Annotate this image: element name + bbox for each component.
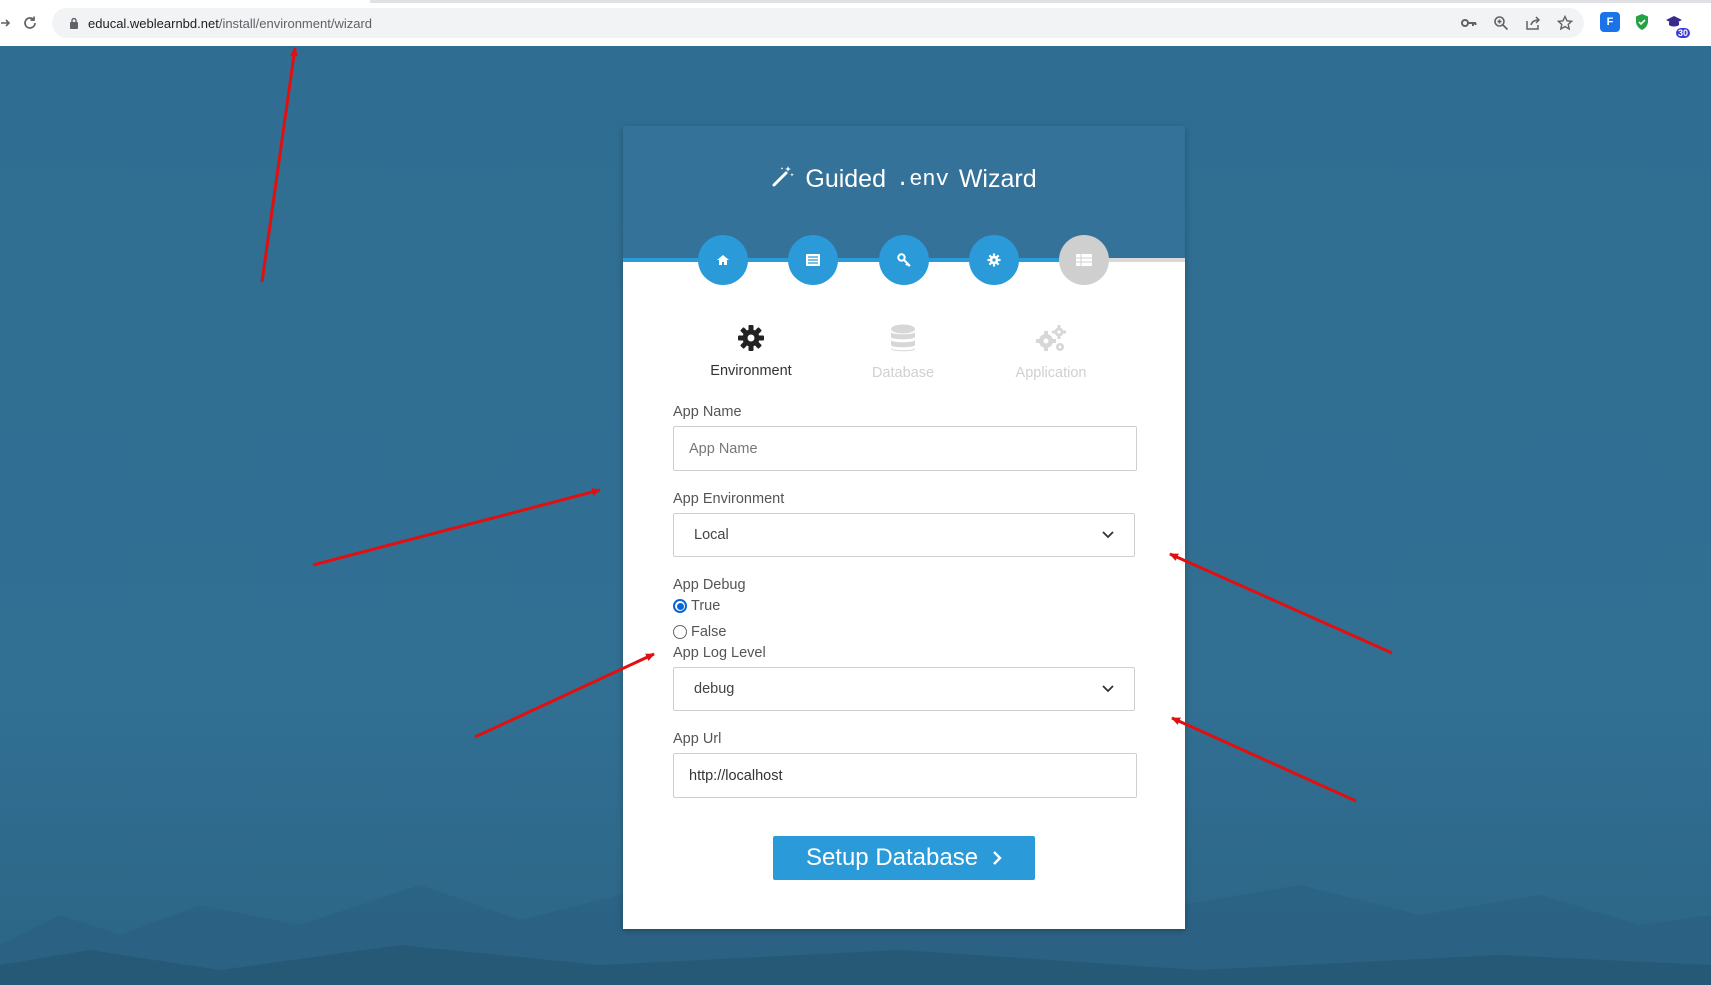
title-guided: Guided: [805, 165, 886, 193]
step-requirements[interactable]: [788, 235, 838, 285]
list-icon: [806, 254, 820, 266]
app-debug-true-option[interactable]: True: [673, 593, 1137, 619]
reload-button[interactable]: [19, 12, 41, 34]
gears-icon: [1036, 325, 1066, 351]
tab-environment-label: Environment: [710, 363, 792, 379]
extension-icon-1[interactable]: F: [1600, 12, 1620, 32]
radio-true-label: True: [691, 598, 721, 614]
shield-icon[interactable]: [1632, 12, 1652, 32]
chevron-right-icon: [993, 851, 1002, 865]
step-permissions[interactable]: [879, 235, 929, 285]
tab-application-label: Application: [1015, 365, 1087, 381]
arrow-right-icon: [1, 19, 11, 27]
app-name-label: App Name: [673, 404, 742, 420]
app-log-level-select[interactable]: debug: [673, 667, 1135, 711]
server-icon: [1076, 254, 1092, 266]
app-url-label: App Url: [673, 731, 722, 747]
forward-button[interactable]: [0, 12, 16, 34]
database-icon: [891, 324, 915, 352]
app-environment-select[interactable]: Local: [673, 513, 1135, 557]
bookmark-star-icon[interactable]: [1556, 14, 1574, 32]
radio-true[interactable]: [673, 599, 687, 613]
url-text: educal.weblearnbd.net/install/environmen…: [88, 16, 372, 31]
step-final[interactable]: [1059, 235, 1109, 285]
app-debug-label: App Debug: [673, 577, 746, 593]
step-home[interactable]: [698, 235, 748, 285]
chevron-down-icon: [1102, 685, 1114, 693]
address-bar[interactable]: educal.weblearnbd.net/install/environmen…: [52, 8, 1584, 38]
gear-icon: [738, 325, 764, 351]
share-icon[interactable]: [1524, 14, 1542, 32]
setup-database-button[interactable]: Setup Database: [773, 836, 1035, 880]
environment-form: App Name App Environment Local App Debug…: [673, 404, 1137, 798]
url-path: /install/environment/wizard: [218, 15, 373, 31]
app-name-input[interactable]: [673, 426, 1137, 471]
wizard-tabs: Environment Database Application: [681, 324, 1141, 384]
wizard-card: Guided .env Wizard Environment Database …: [623, 126, 1185, 929]
extension-badge: 30: [1675, 28, 1690, 38]
setup-database-label: Setup Database: [805, 844, 979, 871]
chevron-down-icon: [1102, 531, 1114, 539]
radio-false-label: False: [691, 624, 727, 640]
step-environment[interactable]: [969, 235, 1019, 285]
key-icon: [897, 253, 911, 267]
wizard-title: Guided .env Wizard: [623, 164, 1185, 195]
tab-database-label: Database: [871, 365, 935, 381]
app-log-level-value: debug: [694, 681, 735, 697]
magic-wand-icon: [771, 164, 795, 195]
tab-strip: [0, 0, 1711, 3]
app-environment-value: Local: [694, 527, 729, 543]
lock-icon: [60, 17, 88, 29]
gear-icon: [987, 253, 1001, 267]
app-log-level-label: App Log Level: [673, 645, 766, 661]
zoom-icon[interactable]: [1492, 14, 1510, 32]
app-url-input[interactable]: [673, 753, 1137, 798]
url-host: educal.weblearnbd.net: [88, 15, 219, 31]
home-icon: [717, 255, 729, 265]
app-debug-false-option[interactable]: False: [673, 619, 1137, 645]
key-icon[interactable]: [1460, 14, 1478, 32]
graduation-cap-icon[interactable]: 30: [1664, 12, 1690, 38]
tab-application[interactable]: Application: [981, 324, 1121, 381]
radio-false[interactable]: [673, 625, 687, 639]
reload-icon: [24, 16, 36, 29]
app-environment-label: App Environment: [673, 491, 785, 507]
tab-database[interactable]: Database: [833, 324, 973, 381]
title-env: .env: [896, 167, 949, 192]
title-wizard: Wizard: [958, 165, 1037, 193]
tab-environment[interactable]: Environment: [681, 324, 821, 379]
browser-toolbar: educal.weblearnbd.net/install/environmen…: [0, 0, 1711, 46]
